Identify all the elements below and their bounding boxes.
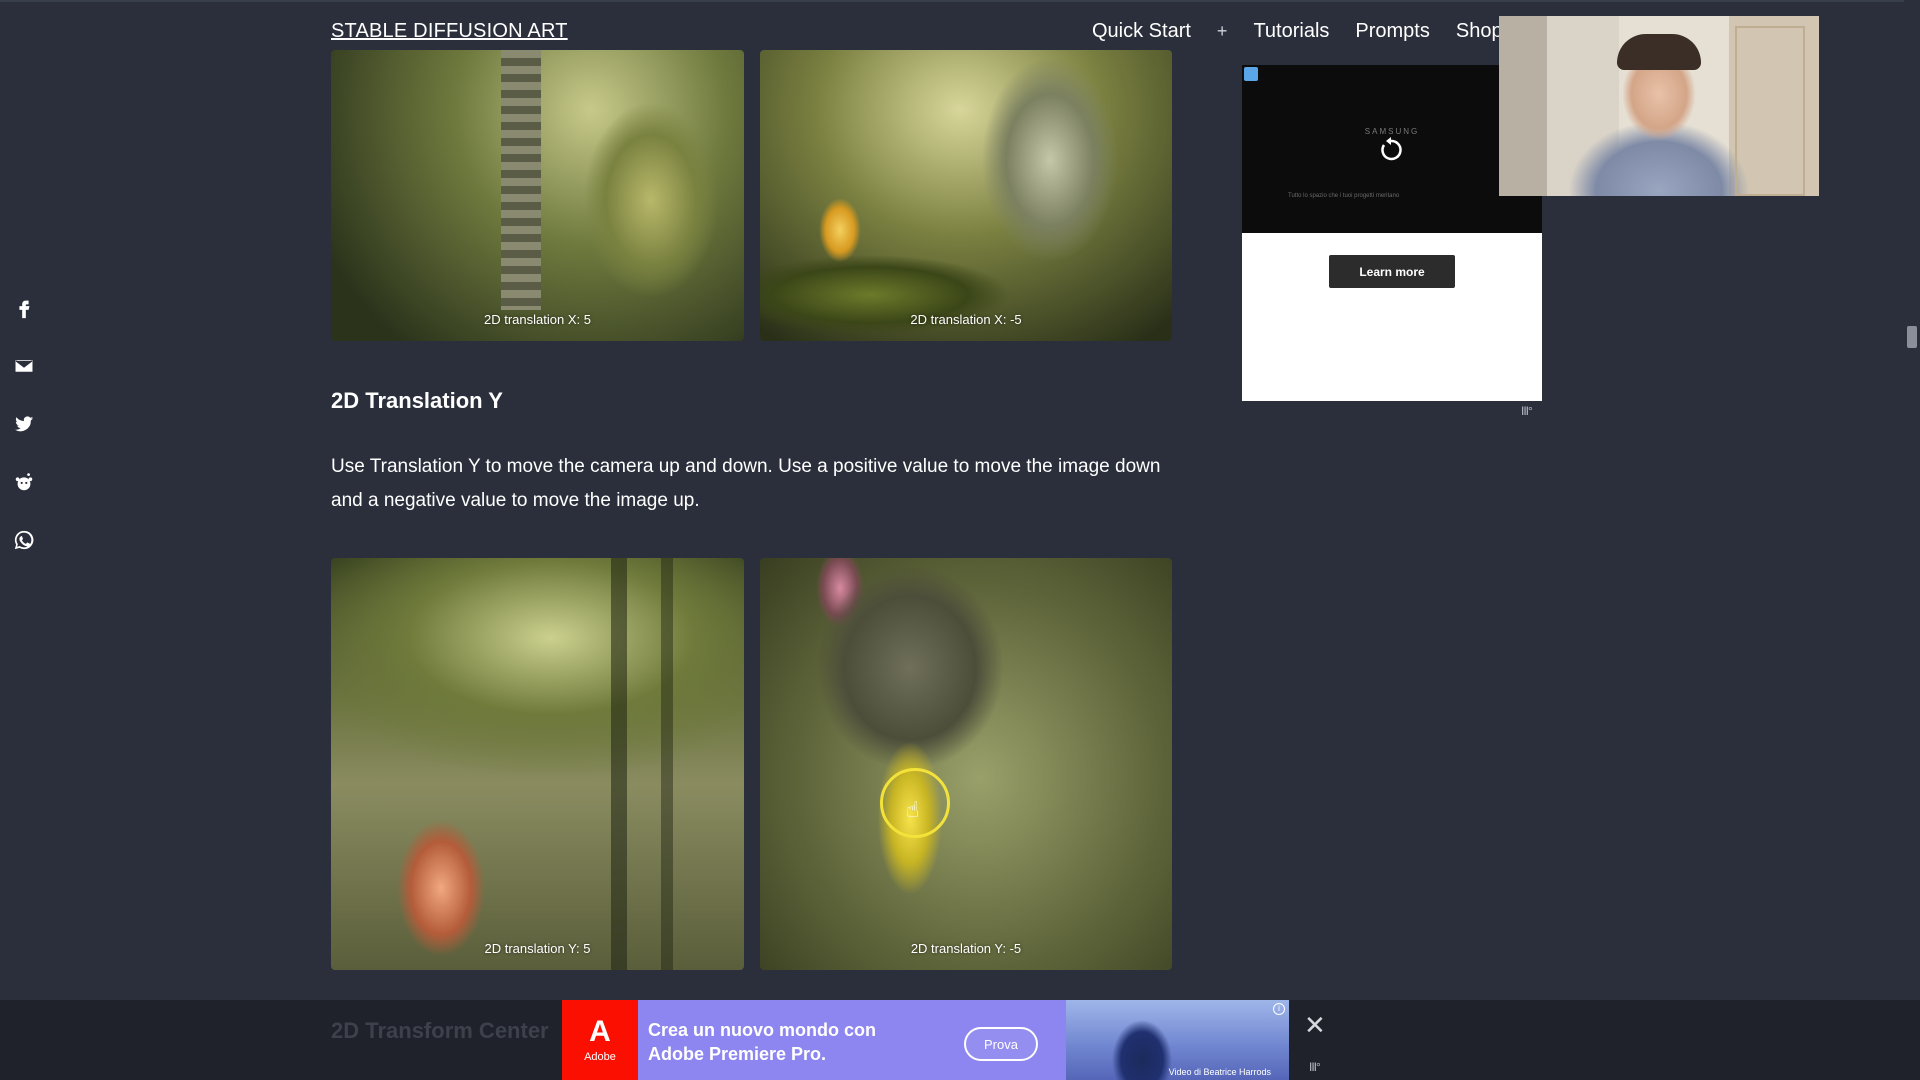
image-translation-x-positive[interactable]: 2D translation X: 5: [331, 50, 744, 341]
adobe-logo-mark: A: [589, 1015, 611, 1048]
hand-cursor-icon: ☝: [906, 797, 920, 822]
nav-expand-plus[interactable]: +: [1217, 21, 1228, 42]
nav-shop[interactable]: Shop: [1456, 20, 1503, 43]
adobe-logo: A Adobe: [562, 1000, 638, 1080]
webcam-person: [1617, 34, 1701, 70]
image-translation-y-positive[interactable]: 2D translation Y: 5: [331, 558, 744, 970]
image-caption: 2D translation Y: -5: [910, 941, 1022, 956]
banner-line-1: Crea un nuovo mondo con: [648, 1020, 876, 1040]
image-translation-x-negative[interactable]: 2D translation X: -5: [760, 50, 1172, 341]
learn-more-button[interactable]: Learn more: [1329, 255, 1455, 288]
ad-provider-mark: III°: [1521, 404, 1533, 418]
sidebar-ad[interactable]: SAMSUNG Tutto lo spazio che i tuoi proge…: [1242, 65, 1542, 401]
image-caption: 2D translation X: 5: [484, 312, 591, 327]
section-heading: 2D Translation Y: [331, 388, 503, 413]
scrollbar-track[interactable]: [1904, 0, 1920, 1000]
ad-video[interactable]: SAMSUNG Tutto lo spazio che i tuoi proge…: [1242, 65, 1542, 233]
facebook-icon[interactable]: [12, 296, 36, 320]
reddit-icon[interactable]: [12, 470, 36, 494]
twitter-icon[interactable]: [12, 412, 36, 436]
next-section-heading: 2D Transform Center: [331, 1018, 549, 1043]
nav-quick-start[interactable]: Quick Start: [1092, 20, 1191, 43]
close-icon[interactable]: ✕: [1304, 1010, 1326, 1041]
ad-provider-mark: III°: [1309, 1060, 1321, 1074]
share-sidebar: [12, 296, 36, 586]
image-caption: 2D translation Y: 5: [484, 941, 591, 956]
whatsapp-icon[interactable]: [12, 528, 36, 552]
banner-line-2: Adobe Premiere Pro.: [648, 1044, 827, 1064]
email-icon[interactable]: [12, 354, 36, 378]
ad-choices-icon[interactable]: [1244, 67, 1258, 81]
ad-fine-print: Tutto lo spazio che i tuoi progetti meri…: [1288, 193, 1400, 199]
banner-credit: Video di Beatrice Harrods: [1168, 1067, 1271, 1077]
banner-headline: Crea un nuovo mondo con Adobe Premiere P…: [648, 1018, 876, 1066]
banner-photo: i Video di Beatrice Harrods: [1066, 1000, 1289, 1080]
scrollbar-thumb[interactable]: [1907, 326, 1917, 348]
replay-icon[interactable]: [1376, 135, 1406, 165]
ad-info-icon[interactable]: i: [1273, 1003, 1285, 1015]
section-paragraph: Use Translation Y to move the camera up …: [331, 456, 1161, 511]
nav-prompts[interactable]: Prompts: [1355, 20, 1429, 43]
adobe-banner-ad[interactable]: A Adobe Crea un nuovo mondo con Adobe Pr…: [562, 1000, 1289, 1080]
nav-tutorials[interactable]: Tutorials: [1253, 20, 1329, 43]
site-title-link[interactable]: STABLE DIFFUSION ART: [331, 20, 568, 43]
webcam-door: [1735, 26, 1805, 196]
adobe-logo-word: Adobe: [584, 1051, 616, 1063]
prova-button[interactable]: Prova: [964, 1027, 1038, 1061]
webcam-overlay: [1499, 16, 1819, 196]
image-translation-y-negative[interactable]: 2D translation Y: -5: [760, 558, 1172, 970]
top-border: [0, 0, 1920, 2]
image-caption: 2D translation X: -5: [910, 312, 1022, 327]
main-nav: Quick Start + Tutorials Prompts Shop: [1092, 20, 1529, 43]
